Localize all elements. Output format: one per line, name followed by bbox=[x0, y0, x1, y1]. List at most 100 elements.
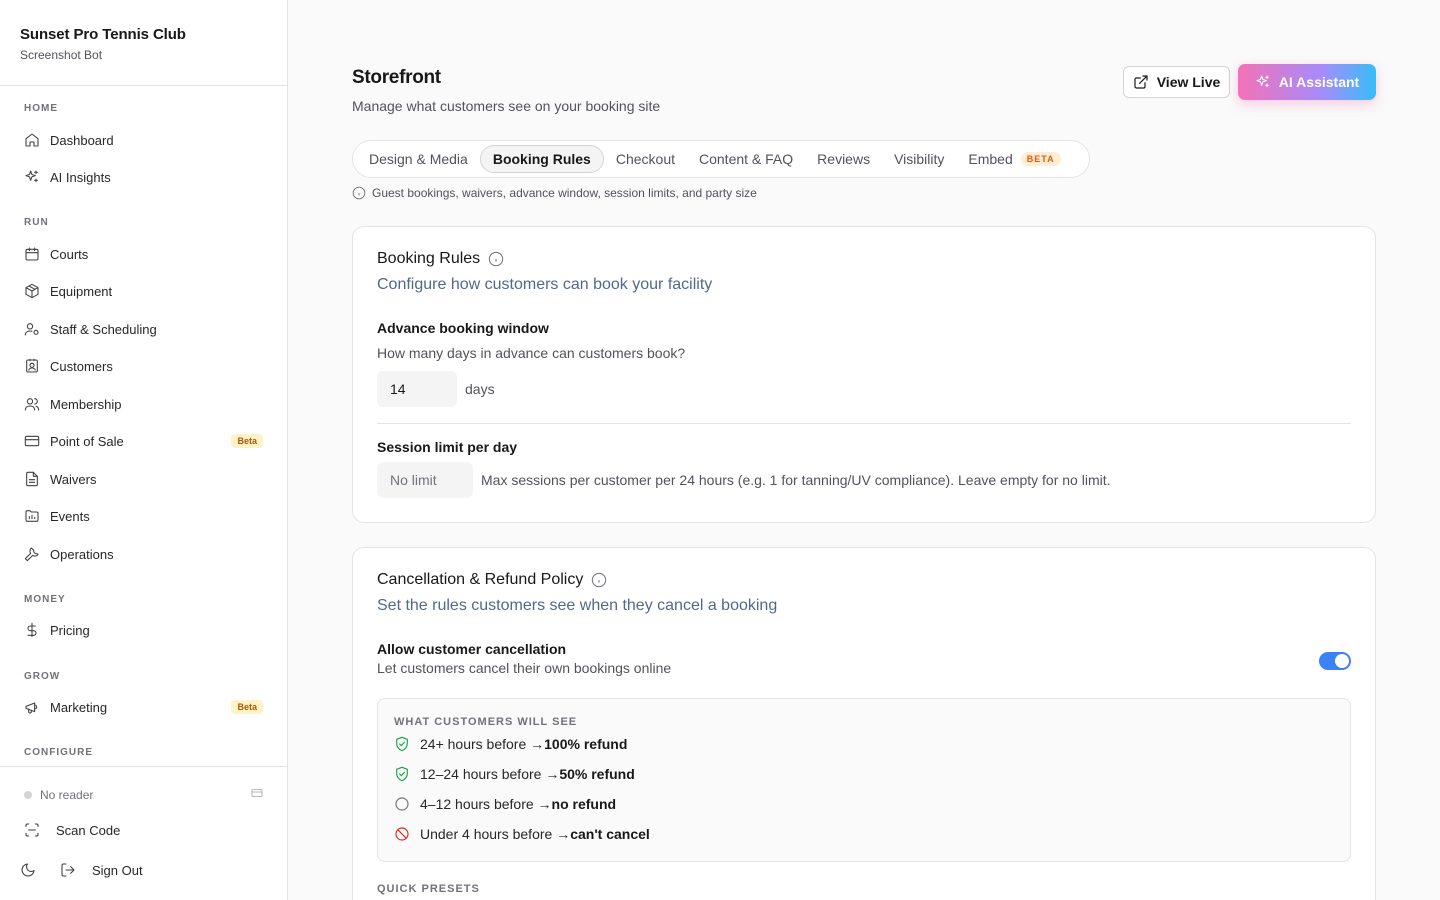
dollar-icon bbox=[24, 622, 40, 638]
tab-hint-text: Guest bookings, waivers, advance window,… bbox=[372, 186, 757, 200]
beta-badge: BETA bbox=[1020, 152, 1061, 166]
moon-icon bbox=[20, 862, 36, 878]
allow-cancellation-toggle[interactable] bbox=[1319, 652, 1351, 670]
shield-check-icon bbox=[396, 766, 408, 782]
beta-badge: Beta bbox=[231, 434, 263, 448]
storefront-tabs: Design & Media Booking Rules Checkout Co… bbox=[352, 140, 1090, 178]
sidebar-item-courts[interactable]: Courts bbox=[12, 239, 263, 269]
tab-visibility[interactable]: Visibility bbox=[882, 146, 956, 172]
rule-result: 100% refund bbox=[544, 736, 628, 752]
page-title: Storefront bbox=[352, 67, 441, 88]
rule-when: Under 4 hours before → bbox=[420, 826, 571, 842]
reader-status-text: No reader bbox=[40, 787, 94, 802]
section-configure: CONFIGURE bbox=[24, 747, 93, 758]
sign-out-label: Sign Out bbox=[92, 862, 143, 878]
log-out-icon bbox=[60, 862, 76, 878]
sidebar-item-equipment[interactable]: Equipment bbox=[12, 276, 263, 306]
booking-rules-card: Booking Rules Configure how customers ca… bbox=[352, 226, 1376, 523]
org-user: Screenshot Bot bbox=[20, 48, 103, 62]
tab-design-media[interactable]: Design & Media bbox=[357, 146, 480, 172]
section-grow: GROW bbox=[24, 671, 61, 682]
advance-window-label: Advance booking window bbox=[377, 320, 549, 336]
cancellation-card: Cancellation & Refund Policy Set the rul… bbox=[352, 547, 1376, 900]
section-money: MONEY bbox=[24, 594, 66, 605]
sidebar-item-operations[interactable]: Operations bbox=[12, 539, 263, 569]
tab-reviews[interactable]: Reviews bbox=[805, 146, 882, 172]
ban-icon bbox=[395, 827, 409, 841]
preview-heading: WHAT CUSTOMERS WILL SEE bbox=[394, 716, 578, 728]
credit-card-icon bbox=[24, 433, 40, 449]
circle-icon bbox=[395, 797, 409, 811]
card-reader-icon bbox=[251, 787, 263, 802]
external-link-icon bbox=[1134, 75, 1148, 89]
sidebar-item-point-of-sale[interactable]: Point of Sale Beta bbox=[12, 426, 263, 456]
card-title: Cancellation & Refund Policy bbox=[377, 571, 607, 589]
tab-embed[interactable]: Embed BETA bbox=[956, 146, 1072, 172]
folder-icon bbox=[24, 508, 40, 524]
sidebar-item-label: Customers bbox=[50, 358, 113, 374]
sidebar-item-label: Staff & Scheduling bbox=[50, 321, 157, 337]
sidebar-item-waivers[interactable]: Waivers bbox=[12, 464, 263, 494]
sidebar-item-dashboard[interactable]: Dashboard bbox=[12, 125, 263, 155]
view-live-button[interactable]: View Live bbox=[1123, 66, 1230, 98]
wrench-icon bbox=[24, 546, 40, 562]
info-icon[interactable] bbox=[488, 251, 504, 267]
rule-when: 12–24 hours before → bbox=[420, 766, 560, 782]
sidebar-footer: No reader Scan Code Sign Out bbox=[0, 766, 287, 900]
users-icon bbox=[24, 396, 40, 412]
org-header[interactable]: Sunset Pro Tennis Club Screenshot Bot bbox=[0, 0, 287, 86]
card-title-text: Booking Rules bbox=[377, 250, 481, 267]
scan-code-button[interactable]: Scan Code bbox=[24, 822, 120, 838]
card-reader-status[interactable]: No reader bbox=[24, 787, 263, 802]
package-icon bbox=[24, 283, 40, 299]
session-limit-input[interactable]: No limit bbox=[377, 462, 473, 498]
sidebar-item-pricing[interactable]: Pricing bbox=[12, 615, 263, 645]
main-content: Storefront Manage what customers see on … bbox=[288, 0, 1440, 900]
sidebar-item-membership[interactable]: Membership bbox=[12, 389, 263, 419]
contact-icon bbox=[24, 358, 40, 374]
sidebar-item-label: Marketing bbox=[50, 699, 108, 715]
advance-window-input[interactable]: 14 bbox=[377, 371, 457, 407]
scan-code-label: Scan Code bbox=[56, 822, 121, 838]
card-description: Configure how customers can book your fa… bbox=[377, 276, 713, 293]
allow-cancellation-help: Let customers cancel their own bookings … bbox=[377, 660, 672, 676]
home-icon bbox=[24, 132, 40, 148]
tab-checkout[interactable]: Checkout bbox=[604, 146, 687, 172]
sidebar-item-customers[interactable]: Customers bbox=[12, 351, 263, 381]
theme-toggle[interactable] bbox=[20, 862, 36, 878]
card-title-text: Cancellation & Refund Policy bbox=[377, 571, 584, 588]
tab-content-faq[interactable]: Content & FAQ bbox=[687, 146, 805, 172]
sidebar-item-label: AI Insights bbox=[50, 169, 111, 185]
sign-out-button[interactable]: Sign Out bbox=[60, 862, 143, 878]
rule-result: no refund bbox=[551, 796, 617, 812]
sidebar: Sunset Pro Tennis Club Screenshot Bot HO… bbox=[0, 0, 288, 900]
info-icon[interactable] bbox=[591, 572, 607, 588]
refund-rule: Under 4 hours before → can't cancel bbox=[394, 826, 650, 842]
sidebar-item-label: Point of Sale bbox=[50, 433, 124, 449]
card-title: Booking Rules bbox=[377, 250, 504, 268]
sidebar-item-label: Membership bbox=[50, 396, 122, 412]
user-cog-icon bbox=[24, 321, 40, 337]
rule-result: 50% refund bbox=[559, 766, 635, 782]
rule-when: 4–12 hours before → bbox=[420, 796, 552, 812]
card-description: Set the rules customers see when they ca… bbox=[377, 597, 778, 614]
divider bbox=[377, 423, 1351, 424]
ai-assistant-button[interactable]: AI Assistant bbox=[1238, 64, 1376, 100]
refund-rule: 24+ hours before → 100% refund bbox=[394, 736, 627, 752]
section-home: HOME bbox=[24, 103, 58, 114]
rule-result: can't cancel bbox=[570, 826, 650, 842]
scan-icon bbox=[24, 822, 40, 838]
sidebar-item-ai-insights[interactable]: AI Insights bbox=[12, 162, 263, 192]
session-limit-label: Session limit per day bbox=[377, 439, 518, 455]
customer-preview: WHAT CUSTOMERS WILL SEE 24+ hours before… bbox=[377, 698, 1351, 862]
rule-when: 24+ hours before → bbox=[420, 736, 545, 752]
refund-rule: 4–12 hours before → no refund bbox=[394, 796, 616, 812]
sidebar-item-marketing[interactable]: Marketing Beta bbox=[12, 692, 263, 722]
tab-booking-rules[interactable]: Booking Rules bbox=[479, 145, 604, 173]
sidebar-item-staff[interactable]: Staff & Scheduling bbox=[12, 314, 263, 344]
sidebar-item-label: Events bbox=[50, 508, 90, 524]
sparkles-icon bbox=[24, 169, 40, 185]
sidebar-item-events[interactable]: Events bbox=[12, 501, 263, 531]
page-subtitle: Manage what customers see on your bookin… bbox=[352, 98, 661, 114]
tab-hint: Guest bookings, waivers, advance window,… bbox=[352, 186, 757, 200]
